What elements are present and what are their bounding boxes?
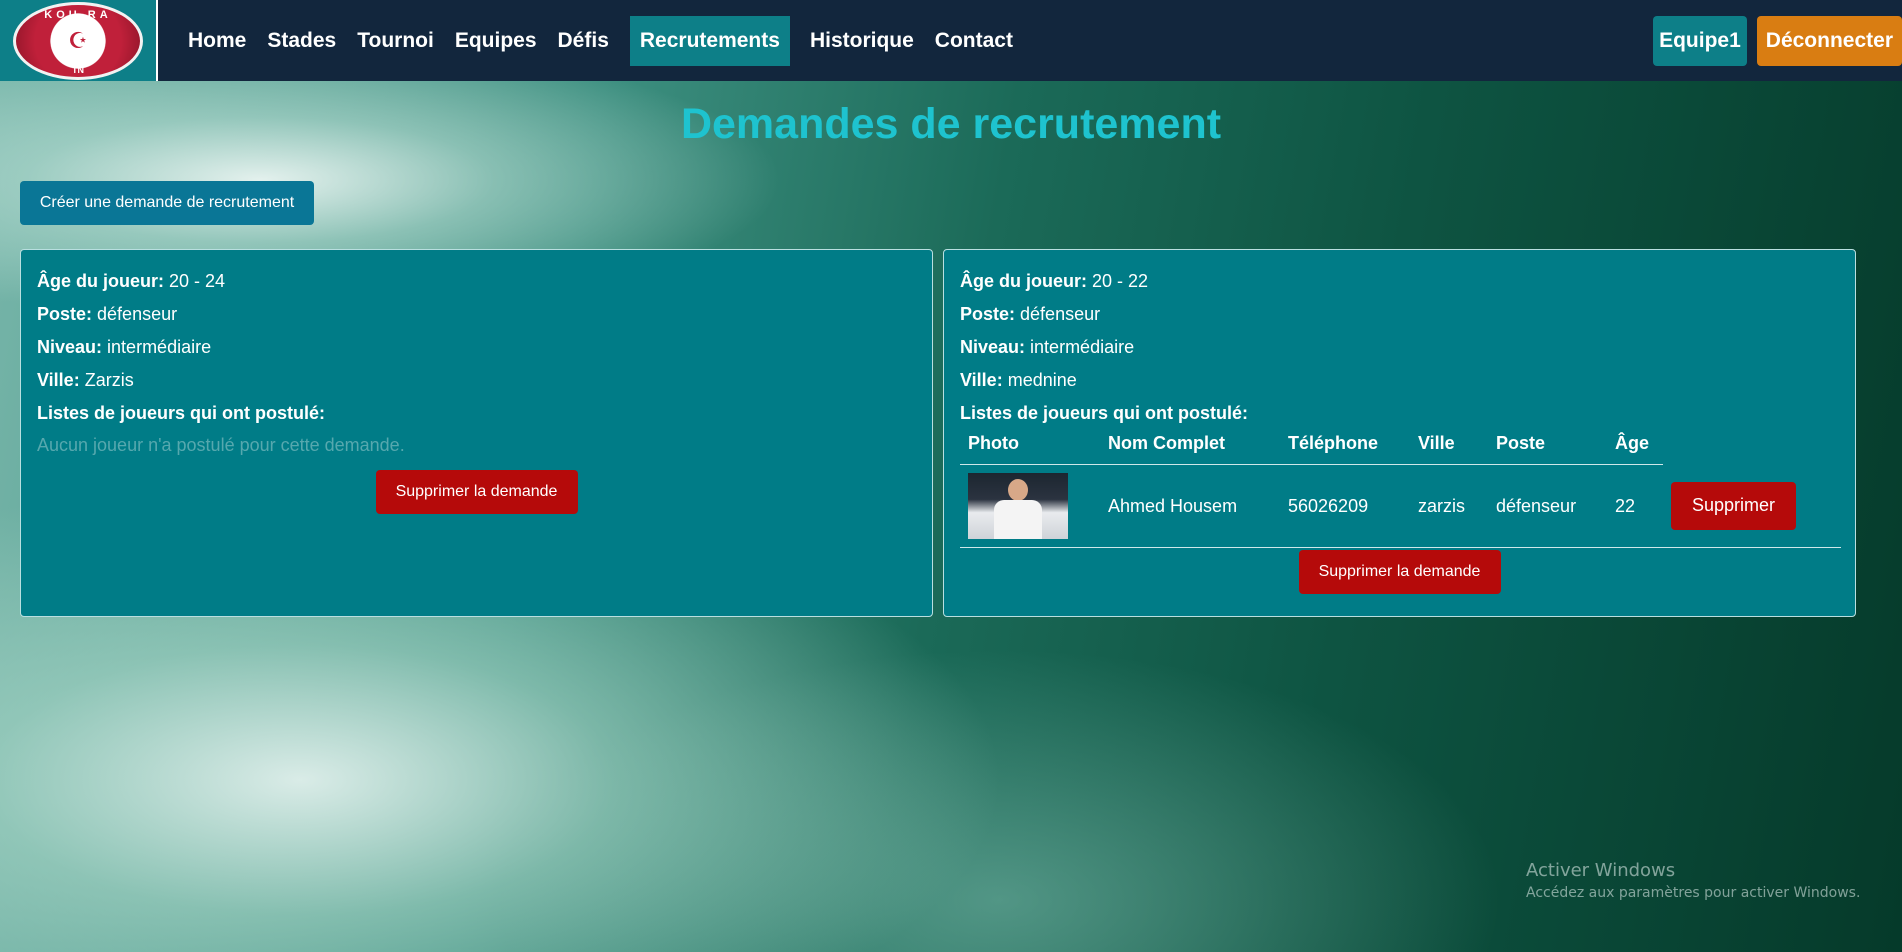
nav-historique[interactable]: Historique	[800, 16, 924, 66]
delete-request-button[interactable]: Supprimer la demande	[1298, 550, 1501, 594]
nav-home[interactable]: Home	[178, 16, 256, 66]
action-cell: Supprimer	[1663, 465, 1804, 548]
empty-applicants-message: Aucun joueur n'a postulé pour cette dema…	[37, 435, 405, 455]
nav-stades[interactable]: Stades	[257, 16, 346, 66]
navbar: KOU RA ☪ TN Home Stades Tournoi Equipes …	[0, 0, 1902, 81]
table-header-row: Photo Nom Complet Téléphone Ville Poste …	[960, 428, 1804, 465]
player-phone: 56026209	[1288, 495, 1369, 516]
applicants-row: Listes de joueurs qui ont postulé:	[960, 402, 1839, 424]
ville-value: mednine	[1007, 370, 1077, 390]
watermark-title: Activer Windows	[1526, 860, 1676, 881]
team-button[interactable]: Equipe1	[1653, 16, 1747, 66]
nav-actions: Equipe1 Déconnecter	[1653, 16, 1902, 66]
player-name: Ahmed Housem	[1108, 495, 1238, 516]
table-row: Ahmed Housem 56026209 zarzis défenseur 2…	[960, 465, 1804, 548]
age-row: Âge du joueur: 20 - 22	[960, 270, 1839, 292]
player-photo	[968, 473, 1068, 539]
nav-links: Home Stades Tournoi Equipes Défis Recrut…	[178, 0, 1024, 81]
col-age: Âge	[1607, 428, 1663, 465]
logo[interactable]: KOU RA ☪ TN	[0, 0, 158, 81]
delete-player-button[interactable]: Supprimer	[1671, 481, 1796, 530]
create-request-button[interactable]: Créer une demande de recrutement	[20, 181, 314, 225]
request-card: Âge du joueur: 20 - 22 Poste: défenseur …	[943, 249, 1856, 617]
ville-label: Ville:	[960, 370, 1003, 390]
logout-button[interactable]: Déconnecter	[1756, 16, 1902, 66]
niveau-value: intermédiaire	[1030, 337, 1135, 357]
poste-row: Poste: défenseur	[37, 303, 916, 325]
shirt-icon	[994, 500, 1042, 539]
logo-badge: KOU RA ☪ TN	[13, 1, 143, 80]
ville-row: Ville: Zarzis	[37, 369, 916, 391]
age-value: 20 - 22	[1092, 271, 1149, 291]
ville-label: Ville:	[37, 370, 80, 390]
applicants-label: Listes de joueurs qui ont postulé:	[960, 403, 1249, 423]
nav-equipes[interactable]: Equipes	[445, 16, 547, 66]
photo-cell	[960, 465, 1100, 548]
age-label: Âge du joueur:	[960, 271, 1087, 291]
poste-label: Poste:	[37, 304, 93, 324]
delete-request-button[interactable]: Supprimer la demande	[375, 470, 578, 514]
niveau-value: intermédiaire	[107, 337, 212, 357]
request-card: Âge du joueur: 20 - 24 Poste: défenseur …	[20, 249, 933, 617]
player-poste: défenseur	[1496, 495, 1577, 516]
nav-contact[interactable]: Contact	[925, 16, 1023, 66]
col-photo: Photo	[960, 428, 1100, 465]
age-row: Âge du joueur: 20 - 24	[37, 270, 916, 292]
niveau-row: Niveau: intermédiaire	[960, 336, 1839, 358]
col-poste: Poste	[1488, 428, 1607, 465]
ville-value: Zarzis	[84, 370, 134, 390]
watermark-subtitle: Accédez aux paramètres pour activer Wind…	[1526, 885, 1861, 901]
applicants-table-wrapper: Photo Nom Complet Téléphone Ville Poste …	[960, 428, 1841, 548]
niveau-label: Niveau:	[37, 337, 103, 357]
poste-label: Poste:	[960, 304, 1016, 324]
ville-row: Ville: mednine	[960, 369, 1839, 391]
player-ville: zarzis	[1418, 495, 1466, 516]
nav-recrutements[interactable]: Recrutements	[629, 15, 790, 66]
applicants-label: Listes de joueurs qui ont postulé:	[37, 403, 326, 423]
logo-top-text: KOU RA	[44, 8, 112, 21]
page-title: Demandes de recrutement	[680, 100, 1222, 148]
applicants-table: Photo Nom Complet Téléphone Ville Poste …	[960, 428, 1804, 547]
niveau-row: Niveau: intermédiaire	[37, 336, 916, 358]
player-age: 22	[1615, 495, 1636, 516]
poste-value: défenseur	[1020, 304, 1101, 324]
col-name: Nom Complet	[1100, 428, 1280, 465]
poste-row: Poste: défenseur	[960, 303, 1839, 325]
age-label: Âge du joueur:	[37, 271, 164, 291]
windows-activation-watermark: Activer Windows Accédez aux paramètres p…	[1526, 860, 1860, 901]
col-phone: Téléphone	[1280, 428, 1410, 465]
niveau-label: Niveau:	[960, 337, 1026, 357]
logo-bottom-text: TN	[72, 64, 84, 75]
poste-value: défenseur	[97, 304, 178, 324]
age-value: 20 - 24	[169, 271, 226, 291]
crescent-star-icon: ☪	[68, 27, 88, 53]
applicants-row: Listes de joueurs qui ont postulé:	[37, 402, 916, 424]
nav-tournoi[interactable]: Tournoi	[347, 16, 444, 66]
head-icon	[1008, 479, 1028, 501]
col-ville: Ville	[1410, 428, 1488, 465]
nav-defis[interactable]: Défis	[548, 16, 619, 66]
